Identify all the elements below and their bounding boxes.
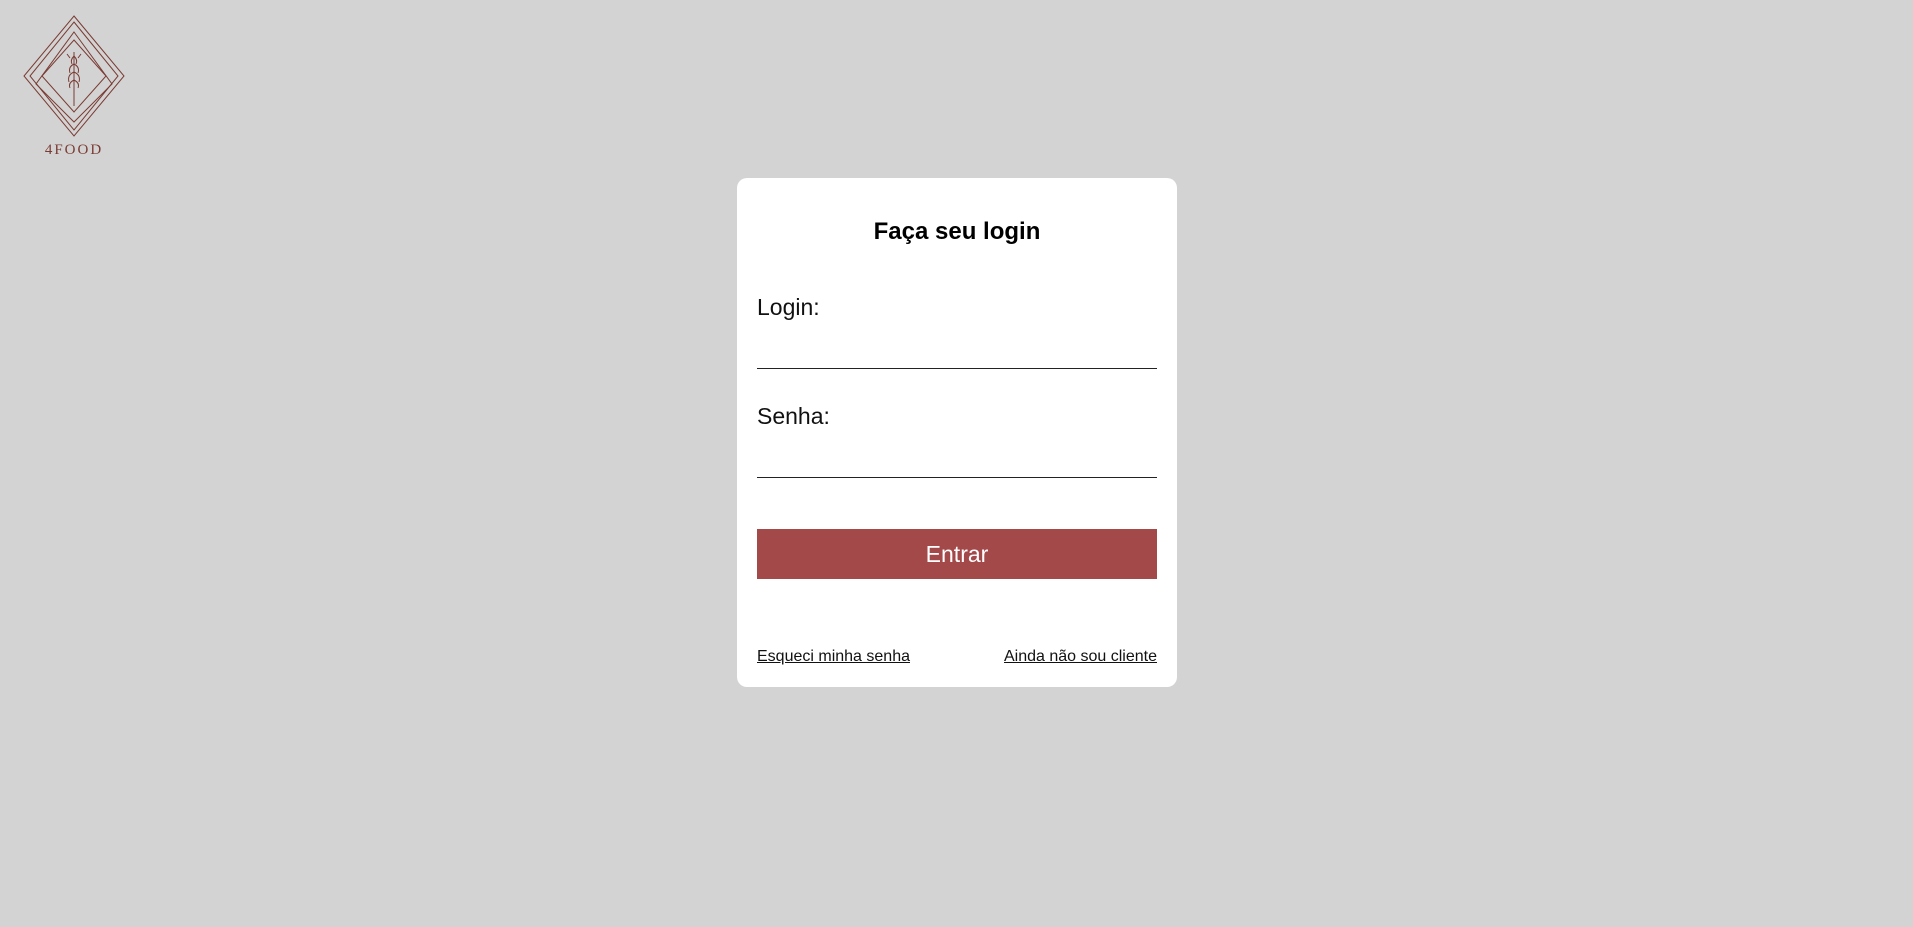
login-card: Faça seu login Login: Senha: Entrar Esqu…	[737, 178, 1177, 687]
login-input[interactable]	[757, 339, 1157, 369]
forgot-password-link[interactable]: Esqueci minha senha	[757, 648, 910, 666]
password-label: Senha:	[757, 403, 830, 429]
signup-link[interactable]: Ainda não sou cliente	[1004, 648, 1157, 666]
brand-name: 4FOOD	[44, 142, 104, 158]
submit-button[interactable]: Entrar	[757, 529, 1157, 579]
wheat-diamond-icon	[23, 15, 125, 137]
login-title: Faça seu login	[873, 218, 1041, 245]
brand-logo: 4FOOD	[20, 14, 128, 164]
login-label: Login:	[757, 294, 820, 320]
password-input[interactable]	[757, 448, 1157, 478]
